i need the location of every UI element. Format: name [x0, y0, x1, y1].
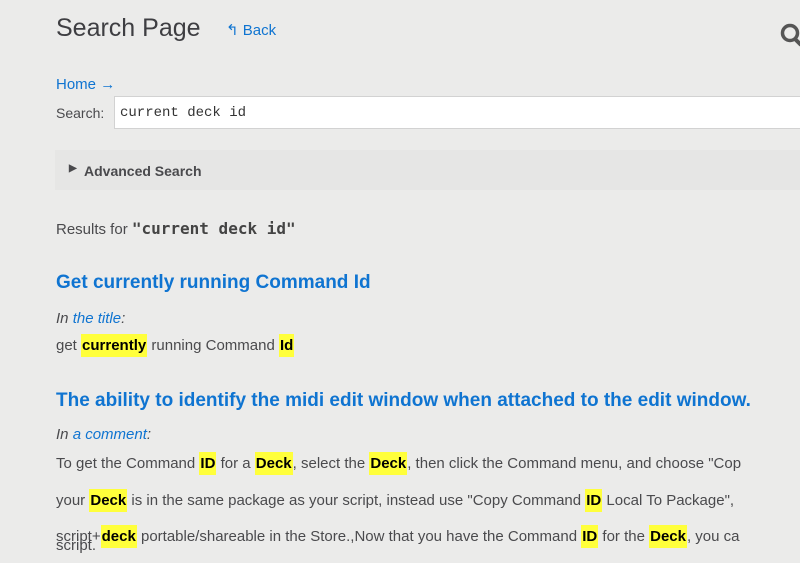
highlighted-term: currently — [81, 334, 148, 357]
snippet-line: script+deck portable/shareable in the St… — [56, 525, 740, 548]
result-title-link[interactable]: Get currently running Command Id — [56, 272, 371, 294]
snippet-line: To get the Command ID for a Deck, select… — [56, 452, 742, 475]
highlighted-term: Deck — [649, 525, 687, 548]
search-input[interactable] — [114, 96, 800, 129]
location-suffix: : — [121, 310, 126, 327]
snippet-text: get — [56, 337, 82, 354]
snippet-line: get currently running Command Id — [56, 334, 295, 357]
location-link[interactable]: a comment — [73, 426, 147, 443]
highlighted-term: ID — [199, 452, 217, 475]
reply-arrow-icon: ↰ — [226, 22, 239, 39]
snippet-text: for the — [598, 528, 650, 545]
search-label: Search: — [56, 105, 105, 121]
highlighted-term: ID — [581, 525, 599, 548]
highlighted-term: Deck — [369, 452, 408, 475]
results-header: Results for "current deck id" — [56, 219, 296, 238]
back-link[interactable]: ↰ Back — [226, 21, 276, 39]
highlighted-term: ID — [585, 489, 603, 512]
snippet-text: is in the same package as your script, i… — [127, 492, 586, 509]
caret-right-icon: ▶ — [69, 163, 77, 174]
advanced-search-toggle[interactable]: ▶ Advanced Search — [55, 150, 800, 190]
snippet-text: script. — [56, 537, 97, 554]
highlighted-term: Deck — [254, 452, 293, 475]
advanced-search-label: Advanced Search — [84, 163, 202, 179]
arrow-right-icon: → — [100, 76, 116, 93]
snippet-text: To get the Command — [56, 455, 200, 472]
magnifier-icon[interactable] — [778, 20, 800, 50]
location-prefix: In — [56, 310, 73, 327]
result-location: In the title: — [56, 310, 125, 327]
snippet-text: running Command — [147, 337, 279, 354]
snippet-text: , you ca — [686, 528, 740, 545]
location-link[interactable]: the title — [73, 310, 121, 327]
snippet-text: Local To Package", — [602, 492, 735, 509]
location-prefix: In — [56, 426, 73, 443]
result-location: In a comment: — [56, 426, 151, 443]
breadcrumb-home[interactable]: Home → — [56, 76, 115, 93]
back-label: Back — [242, 22, 277, 39]
snippet-text: for a — [216, 455, 255, 472]
highlighted-term: deck — [100, 525, 137, 548]
snippet-text: your — [56, 492, 90, 509]
results-query: "current deck id" — [131, 219, 296, 238]
snippet-text: portable/shareable in the Store.,Now tha… — [136, 528, 582, 545]
result-title-link[interactable]: The ability to identify the midi edit wi… — [56, 390, 751, 412]
snippet-text: , then click the Command menu, and choos… — [407, 455, 742, 472]
home-link[interactable]: Home — [56, 76, 96, 93]
snippet-text: , select the — [292, 455, 370, 472]
snippet-line: script. — [56, 537, 96, 554]
location-suffix: : — [146, 426, 152, 443]
snippet-line: your Deck is in the same package as your… — [56, 489, 735, 512]
highlighted-term: Id — [278, 334, 295, 357]
highlighted-term: Deck — [89, 489, 128, 512]
page-title: Search Page — [56, 14, 201, 42]
results-prefix: Results for — [56, 221, 132, 238]
